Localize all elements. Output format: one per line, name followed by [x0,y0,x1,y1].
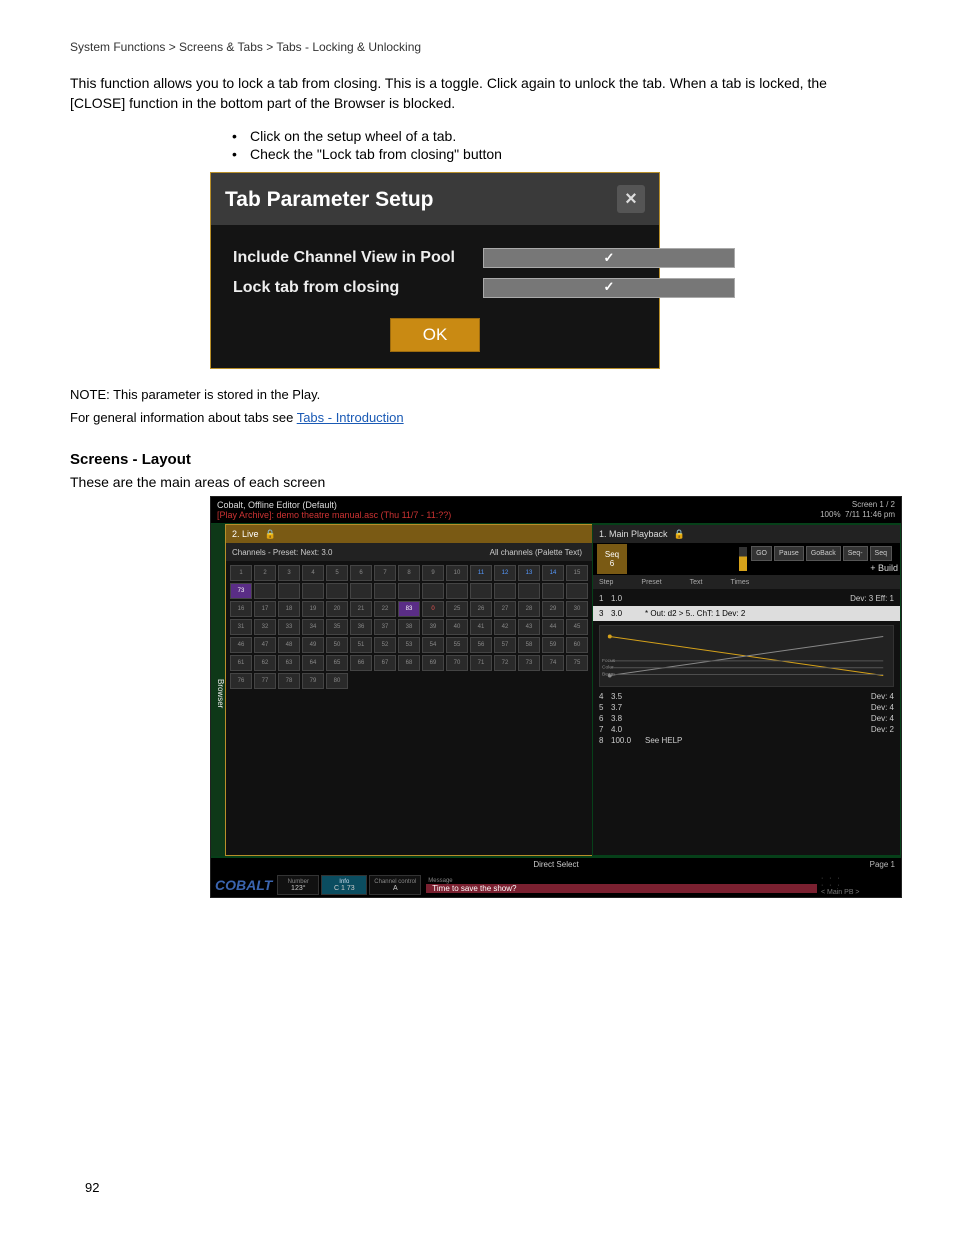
close-icon[interactable]: × [617,185,645,213]
col-preset: Preset [641,579,661,586]
step-row[interactable]: 43.5Dev: 4 [599,691,894,702]
seq-button[interactable]: Seq [870,546,892,561]
build-button[interactable]: + Build [870,563,898,573]
level-meter [739,547,747,571]
svg-text:Focus: Focus [602,658,616,664]
bullet-list: Click on the setup wheel of a tab. Check… [70,128,884,162]
see-also-label: For general information about tabs see [70,410,297,425]
note-text: NOTE: This parameter is stored in the Pl… [70,387,884,402]
checkbox-include-pool[interactable]: ✓ [483,248,735,268]
tab-main-playback[interactable]: 1. Main Playback [599,529,668,539]
dialog-flyout: Tab Parameter Setup × Include Channel Vi… [210,172,660,369]
mini-status: · · · · · · < Main PB > [821,875,901,895]
app-logo: COBALT [211,878,276,892]
seq-label: Seq [605,550,619,559]
see-also-link[interactable]: Tabs - Introduction [297,410,404,425]
number-field[interactable]: Number 123° [277,875,319,895]
channel-cell-83[interactable]: 83 [398,601,420,617]
svg-text:Color: Color [602,665,614,671]
message-bar: Time to save the show? [426,884,817,893]
go-button[interactable]: GO [751,546,772,561]
breadcrumb: System Functions > Screens & Tabs > Tabs… [70,40,884,54]
channel-filter-label: All channels (Palette Text) [490,548,582,557]
clock: 7/11 11:46 pm [845,510,895,519]
dialog-title: Tab Parameter Setup [225,189,434,210]
sequence-indicator[interactable]: Seq 6 [597,544,627,574]
seq-number: 6 [610,559,614,568]
step-row[interactable]: 53.7Dev: 4 [599,702,894,713]
section-heading: Screens - Layout [70,451,884,468]
option-label: Include Channel View in Pool [233,245,483,271]
zoom-level: 100% [820,510,840,519]
seq-minus-button[interactable]: Seq- [843,546,868,561]
step-row[interactable]: 11.0Dev: 3 Eff: 1 [599,593,894,604]
page-indicator: Page 1 [870,858,895,872]
screen-indicator: Screen 1 / 2 [820,500,895,510]
page-number: 92 [85,1180,99,1195]
list-item: Click on the setup wheel of a tab. [250,128,884,144]
checkbox-lock-tab[interactable]: ✓ [483,278,735,298]
svg-text:Beam: Beam [602,672,615,678]
step-list[interactable]: 11.0Dev: 3 Eff: 1 33.0* Out: d2 > 5.. ChT… [593,589,900,855]
direct-select-label: Direct Select [533,860,578,869]
browser-side-tab[interactable]: Browser [211,524,225,856]
lock-icon: 🔒 [674,529,685,540]
section-intro: These are the main areas of each screen [70,474,884,490]
channel-cell-73[interactable]: 73 [230,583,252,599]
step-row[interactable]: 8100.0See HELP [599,735,894,746]
lock-icon: 🔒 [265,529,276,540]
timing-curve: FocusColorBeam [599,625,894,687]
pause-button[interactable]: Pause [774,546,804,561]
app-archive: [Play Archive]: demo theatre manual.asc … [217,510,451,520]
app-screenshot: Cobalt, Offline Editor (Default) [Play A… [210,496,902,898]
option-label: Lock tab from closing [233,275,483,301]
ok-button[interactable]: OK [390,318,480,352]
col-times: Times [730,579,749,586]
channels-header: Channels - Preset: Next: 3.0 [232,548,333,557]
step-row[interactable]: 33.0* Out: d2 > 5.. ChT: 1 Dev: 2 [593,606,900,621]
col-text: Text [690,579,703,586]
step-row[interactable]: 63.8Dev: 4 [599,713,894,724]
step-row[interactable]: 74.0Dev: 2 [599,724,894,735]
app-title: Cobalt, Offline Editor (Default) [217,500,451,510]
intro-paragraph: This function allows you to lock a tab f… [70,74,884,113]
tab-live[interactable]: 2. Live [232,529,259,539]
list-item: Check the "Lock tab from closing" button [250,146,884,162]
goback-button[interactable]: GoBack [806,546,841,561]
channel-grid[interactable]: 123456789101112131415 73 161718192021228… [226,561,592,855]
channel-control-field[interactable]: Channel control A [369,875,421,895]
col-step: Step [599,579,613,586]
info-field: Info C 1 73 [321,875,367,895]
